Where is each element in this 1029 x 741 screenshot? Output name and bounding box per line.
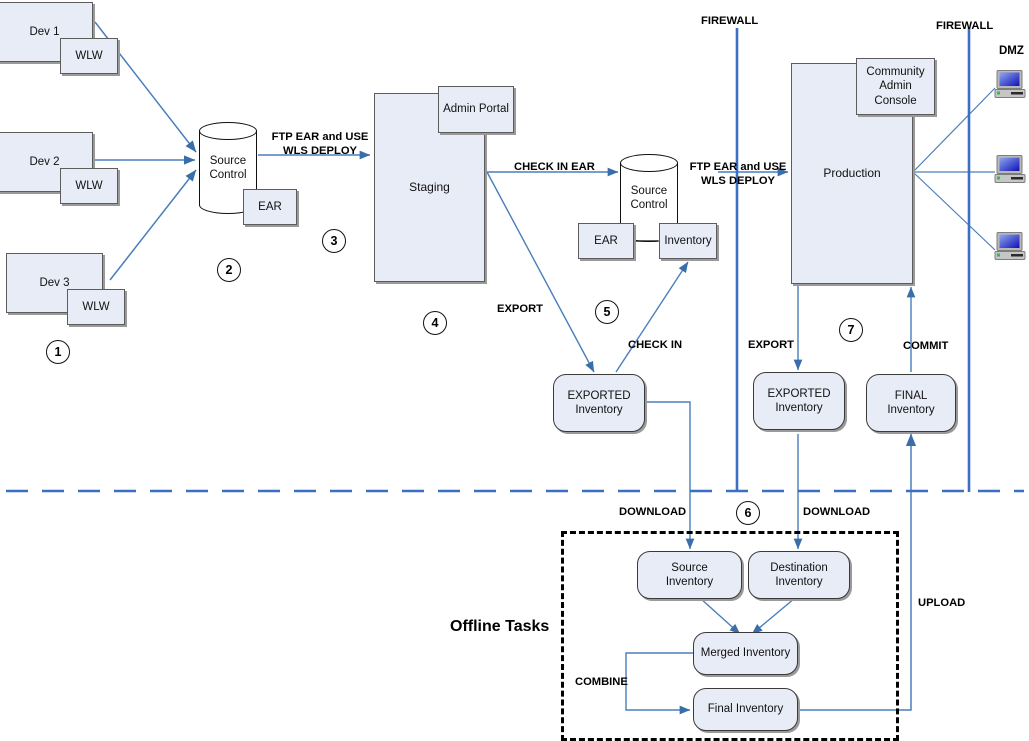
source-control-2-inventory-box[interactable]: Inventory xyxy=(659,223,717,259)
dev-1-wlw-label: WLW xyxy=(75,49,103,62)
exported-inventory-staging-box[interactable]: EXPORTED Inventory xyxy=(553,374,645,432)
dmz-computer-3[interactable] xyxy=(994,232,1028,262)
diagram-canvas: Dev 1 WLW Dev 2 WLW Dev 3 WLW Source Con… xyxy=(0,0,1029,741)
label-export-staging: EXPORT xyxy=(497,303,544,315)
label-commit: COMMIT xyxy=(903,340,949,352)
label-download-left: DOWNLOAD xyxy=(619,506,687,518)
dmz-computer-1[interactable] xyxy=(994,70,1028,100)
community-admin-console-box[interactable]: Community Admin Console xyxy=(856,58,935,115)
step-circle-3: 3 xyxy=(322,229,346,253)
label-firewall-left: FIREWALL xyxy=(701,15,759,27)
production-label: Production xyxy=(823,166,881,180)
dev-2-wlw-box[interactable]: WLW xyxy=(60,168,118,204)
label-check-in-ear: CHECK IN EAR xyxy=(514,161,595,173)
ear-label: EAR xyxy=(594,234,618,247)
merged-inventory-label: Merged Inventory xyxy=(700,647,791,660)
source-control-2-ear-box[interactable]: EAR xyxy=(578,223,634,259)
merged-inventory-box[interactable]: Merged Inventory xyxy=(693,632,798,675)
exported-inventory-production-box[interactable]: EXPORTED Inventory xyxy=(753,372,845,430)
dev-2-label: Dev 2 xyxy=(29,155,60,168)
community-admin-console-label: Community Admin Console xyxy=(866,65,925,107)
staging-label: Staging xyxy=(409,180,450,194)
step-circle-1: 1 xyxy=(46,340,70,364)
dev-3-wlw-box[interactable]: WLW xyxy=(67,289,125,325)
label-ftp-ear-staging: FTP EAR and USE WLS DEPLOY xyxy=(271,131,369,157)
step-circle-4: 4 xyxy=(423,311,447,335)
dev-3-label: Dev 3 xyxy=(39,276,70,289)
label-firewall-right: FIREWALL xyxy=(936,20,994,32)
step-circle-7: 7 xyxy=(839,318,863,342)
dev-2-wlw-label: WLW xyxy=(75,179,103,192)
exported-inventory-production-label: EXPORTED Inventory xyxy=(767,387,831,414)
dmz-computer-2[interactable] xyxy=(994,155,1028,185)
final-inventory-box[interactable]: Final Inventory xyxy=(693,688,798,731)
exported-inventory-staging-label: EXPORTED Inventory xyxy=(567,389,631,416)
label-dmz: DMZ xyxy=(999,45,1024,57)
label-check-in: CHECK IN xyxy=(628,339,683,351)
source-inventory-box[interactable]: Source Inventory xyxy=(637,551,742,599)
label-export-production: EXPORT xyxy=(748,339,795,351)
inventory-label: Inventory xyxy=(664,234,712,247)
dev-3-wlw-label: WLW xyxy=(82,300,110,313)
label-upload: UPLOAD xyxy=(918,597,966,609)
source-control-1-ear-box[interactable]: EAR xyxy=(243,189,297,225)
dev-1-label: Dev 1 xyxy=(29,25,60,38)
label-combine: COMBINE xyxy=(575,676,628,688)
source-inventory-label: Source Inventory xyxy=(665,561,714,588)
dev-1-wlw-box[interactable]: WLW xyxy=(60,38,118,74)
admin-portal-label: Admin Portal xyxy=(443,103,509,116)
final-inventory-production-label: FINAL Inventory xyxy=(887,389,935,416)
offline-tasks-title: Offline Tasks xyxy=(450,618,550,635)
label-ftp-ear-production: FTP EAR and USE WLS DEPLOY xyxy=(689,161,787,187)
final-inventory-production-box[interactable]: FINAL Inventory xyxy=(866,374,956,432)
admin-portal-box[interactable]: Admin Portal xyxy=(438,86,514,133)
step-circle-2: 2 xyxy=(217,258,241,282)
final-inventory-label: Final Inventory xyxy=(707,703,784,716)
label-download-right: DOWNLOAD xyxy=(803,506,871,518)
destination-inventory-label: Destination Inventory xyxy=(770,561,828,588)
destination-inventory-box[interactable]: Destination Inventory xyxy=(748,551,850,599)
step-circle-5: 5 xyxy=(595,300,619,324)
ear-label: EAR xyxy=(258,200,282,213)
step-circle-6: 6 xyxy=(736,501,760,525)
